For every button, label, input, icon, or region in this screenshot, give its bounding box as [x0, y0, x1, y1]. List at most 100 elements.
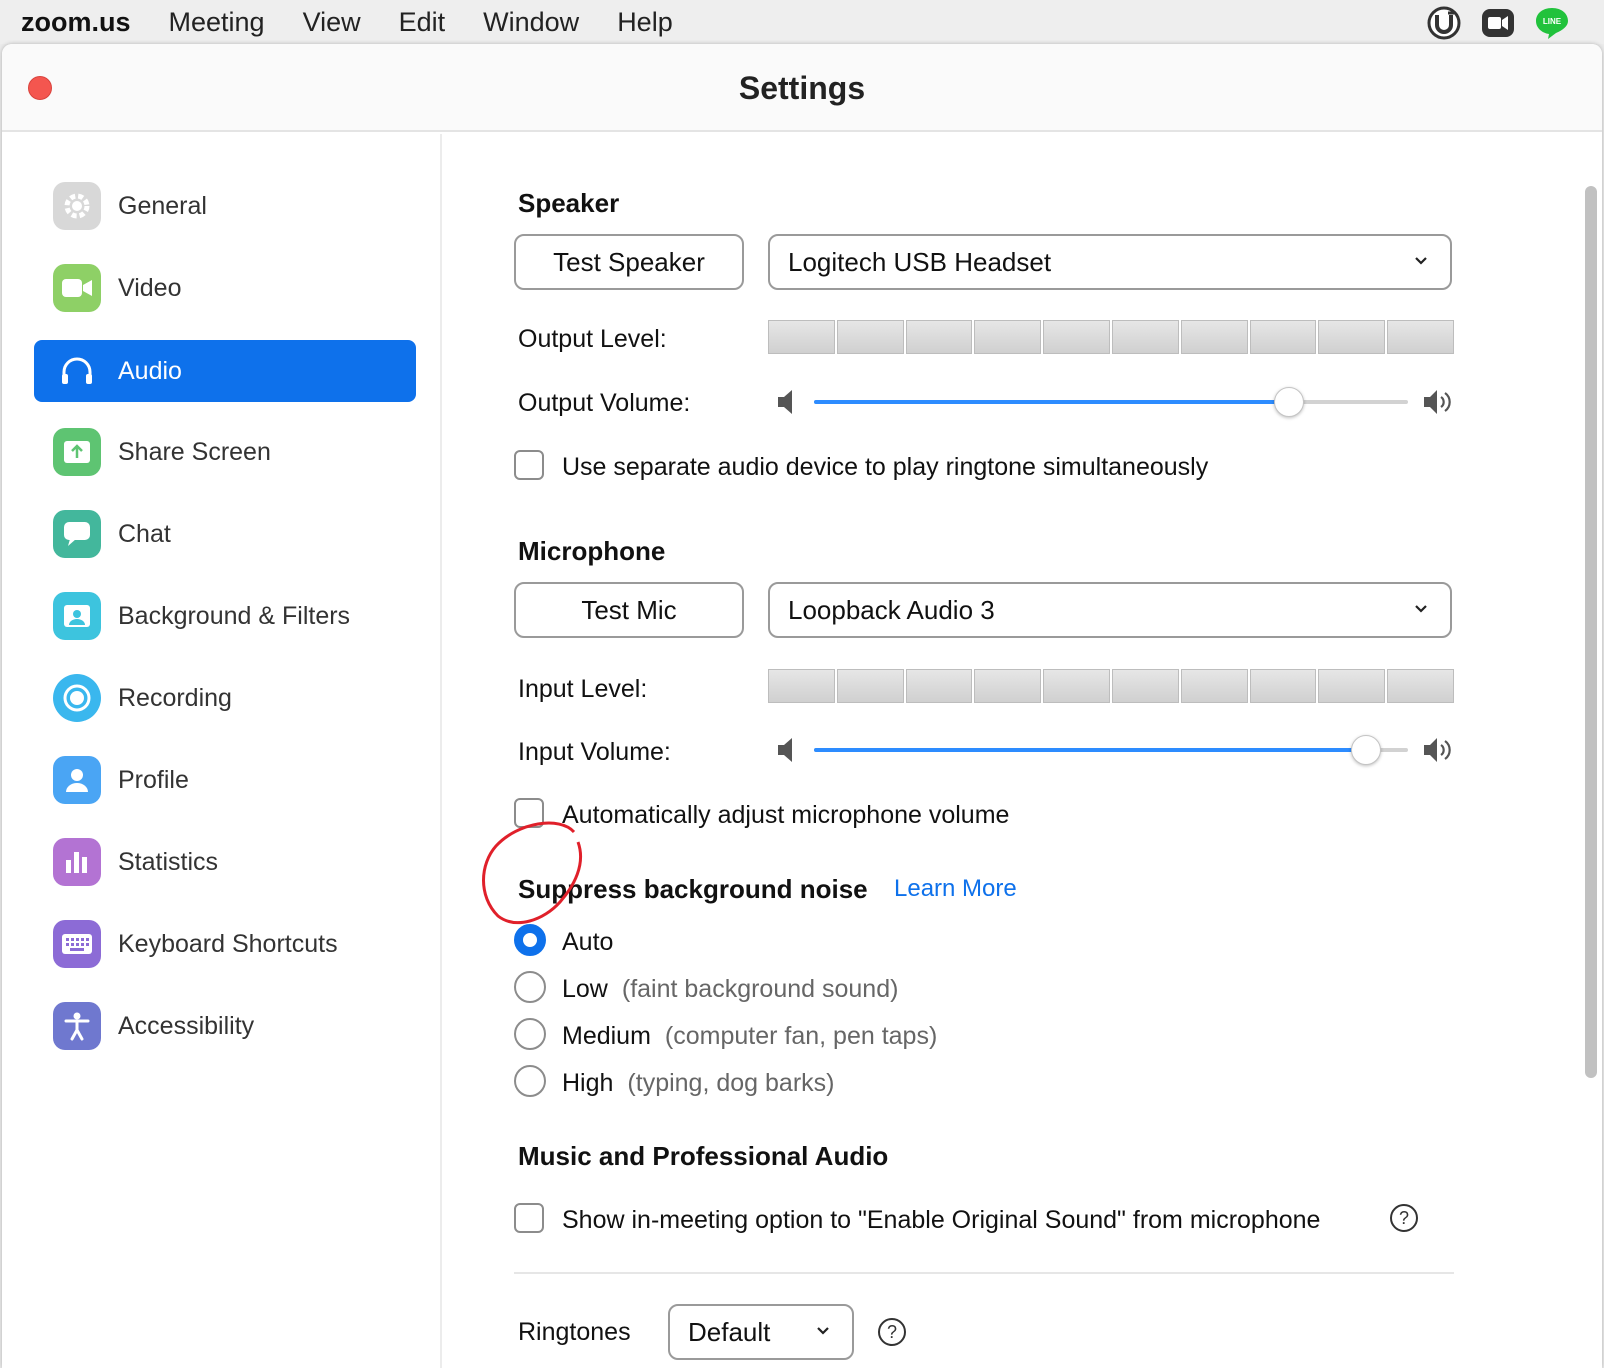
menu-tray: LINE — [1426, 5, 1570, 41]
microphone-section-title: Microphone — [518, 536, 666, 566]
sidebar-item-label: Video — [118, 273, 182, 302]
zoom-icon[interactable] — [1480, 5, 1516, 41]
original-sound-checkbox[interactable] — [514, 1203, 544, 1233]
ringtone-device-label: Use separate audio device to play ringto… — [562, 453, 1209, 481]
window-title: Settings — [738, 70, 866, 106]
sidebar-item-video[interactable]: Video — [34, 257, 416, 319]
sidebar-item-label: Share Screen — [118, 437, 271, 466]
chevron-down-icon — [817, 1327, 829, 1335]
video-camera-icon — [53, 264, 101, 312]
sidebar-item-label: Statistics — [118, 847, 219, 876]
scrollbar-thumb[interactable] — [1585, 186, 1597, 1078]
noise-option-hint: (computer fan, pen taps) — [664, 1022, 938, 1050]
noise-radio-low[interactable] — [514, 971, 546, 1003]
help-icon[interactable]: ? — [878, 1318, 906, 1346]
input-volume-label: Input Volume: — [518, 738, 671, 766]
sidebar-item-label: Keyboard Shortcuts — [118, 929, 338, 958]
sidebar-item-label: Chat — [118, 519, 171, 548]
noise-radio-auto[interactable] — [514, 924, 546, 956]
output-level-meter — [768, 320, 1454, 354]
input-level-meter — [768, 669, 1454, 703]
input-level-label: Input Level: — [518, 675, 648, 703]
sidebar-item-label: Audio — [118, 356, 182, 385]
volume-high-icon — [1424, 738, 1451, 762]
sidebar-item-label: General — [118, 191, 207, 220]
keyboard-icon — [53, 920, 101, 968]
background-icon — [53, 592, 101, 640]
menu-bar: zoom.us Meeting View Edit Window Help LI… — [0, 0, 1604, 44]
menu-app-name[interactable]: zoom.us — [21, 7, 131, 38]
volume-low-icon — [778, 738, 792, 762]
speaker-device-select[interactable]: Logitech USB Headset — [768, 234, 1452, 290]
noise-option-high: High (typing, dog barks) — [562, 1069, 834, 1098]
bar-chart-icon — [53, 838, 101, 886]
menu-view[interactable]: View — [303, 7, 361, 38]
noise-option-hint: (faint background sound) — [621, 975, 899, 1003]
sidebar-item-background-filters[interactable]: Background & Filters — [34, 585, 416, 647]
chevron-down-icon — [1415, 605, 1427, 613]
audio-settings-panel: Speaker Test Speaker Logitech USB Headse… — [444, 134, 1574, 1368]
sidebar-item-keyboard-shortcuts[interactable]: Keyboard Shortcuts — [34, 913, 416, 975]
sidebar-item-label: Recording — [118, 683, 232, 712]
noise-option-low: Low (faint background sound) — [562, 975, 898, 1004]
noise-option-label: Medium — [562, 1022, 651, 1050]
output-volume-label: Output Volume: — [518, 389, 691, 417]
noise-option-hint: (typing, dog barks) — [627, 1069, 835, 1097]
annotation-circle — [482, 821, 583, 925]
music-section-title: Music and Professional Audio — [518, 1141, 889, 1171]
line-badge-text: LINE — [1543, 17, 1562, 26]
settings-window: Settings General Video Audio Share Scree… — [2, 44, 1602, 1368]
original-sound-label: Show in-meeting option to "Enable Origin… — [562, 1206, 1321, 1234]
test-speaker-button[interactable]: Test Speaker — [514, 234, 744, 290]
headphones-icon — [53, 347, 101, 395]
record-icon — [53, 674, 101, 722]
noise-option-label: Low — [562, 975, 608, 1003]
output-volume-slider[interactable] — [814, 387, 1408, 417]
line-icon[interactable]: LINE — [1534, 5, 1570, 41]
menu-help[interactable]: Help — [617, 7, 673, 38]
test-mic-button[interactable]: Test Mic — [514, 582, 744, 638]
sidebar-item-accessibility[interactable]: Accessibility — [34, 995, 416, 1057]
menu-window[interactable]: Window — [483, 7, 579, 38]
output-volume-thumb[interactable] — [1274, 387, 1304, 417]
menu-meeting[interactable]: Meeting — [169, 7, 265, 38]
sidebar-item-statistics[interactable]: Statistics — [34, 831, 416, 893]
section-divider — [514, 1272, 1454, 1274]
noise-option-label: High — [562, 1069, 614, 1097]
sidebar-item-label: Background & Filters — [118, 601, 351, 630]
noise-radio-medium[interactable] — [514, 1018, 546, 1050]
input-volume-thumb[interactable] — [1351, 735, 1381, 765]
noise-option-auto: Auto — [562, 928, 613, 957]
sidebar-item-chat[interactable]: Chat — [34, 503, 416, 565]
ringtones-value: Default — [688, 1316, 771, 1347]
speaker-device-value: Logitech USB Headset — [788, 246, 1052, 277]
noise-radio-high[interactable] — [514, 1065, 546, 1097]
sidebar-item-label: Accessibility — [118, 1011, 255, 1040]
sidebar-item-recording[interactable]: Recording — [34, 667, 416, 729]
ringtone-device-checkbox[interactable] — [514, 450, 544, 480]
ringtones-label: Ringtones — [518, 1318, 631, 1346]
sidebar-item-share-screen[interactable]: Share Screen — [34, 421, 416, 483]
chat-bubble-icon — [53, 510, 101, 558]
vertical-scrollbar[interactable] — [1582, 144, 1598, 1344]
input-volume-slider[interactable] — [814, 735, 1408, 765]
noise-option-medium: Medium (computer fan, pen taps) — [562, 1022, 937, 1051]
sidebar-item-profile[interactable]: Profile — [34, 749, 416, 811]
microphone-device-select[interactable]: Loopback Audio 3 — [768, 582, 1452, 638]
sidebar-item-audio[interactable]: Audio — [34, 340, 416, 402]
sidebar-item-general[interactable]: General — [34, 175, 416, 237]
learn-more-link[interactable]: Learn More — [894, 875, 1017, 903]
volume-low-icon — [778, 390, 792, 414]
output-level-label: Output Level: — [518, 325, 667, 353]
utorrent-icon[interactable] — [1426, 5, 1462, 41]
accessibility-icon — [53, 1002, 101, 1050]
auto-adjust-mic-label: Automatically adjust microphone volume — [562, 801, 1010, 829]
menu-edit[interactable]: Edit — [399, 7, 446, 38]
microphone-device-value: Loopback Audio 3 — [788, 594, 995, 625]
volume-high-icon — [1424, 390, 1451, 414]
chevron-down-icon — [1415, 257, 1427, 265]
noise-option-label: Auto — [562, 928, 614, 956]
help-icon[interactable]: ? — [1390, 1204, 1418, 1232]
title-bar: Settings — [2, 44, 1602, 132]
ringtones-select[interactable]: Default — [668, 1304, 854, 1360]
